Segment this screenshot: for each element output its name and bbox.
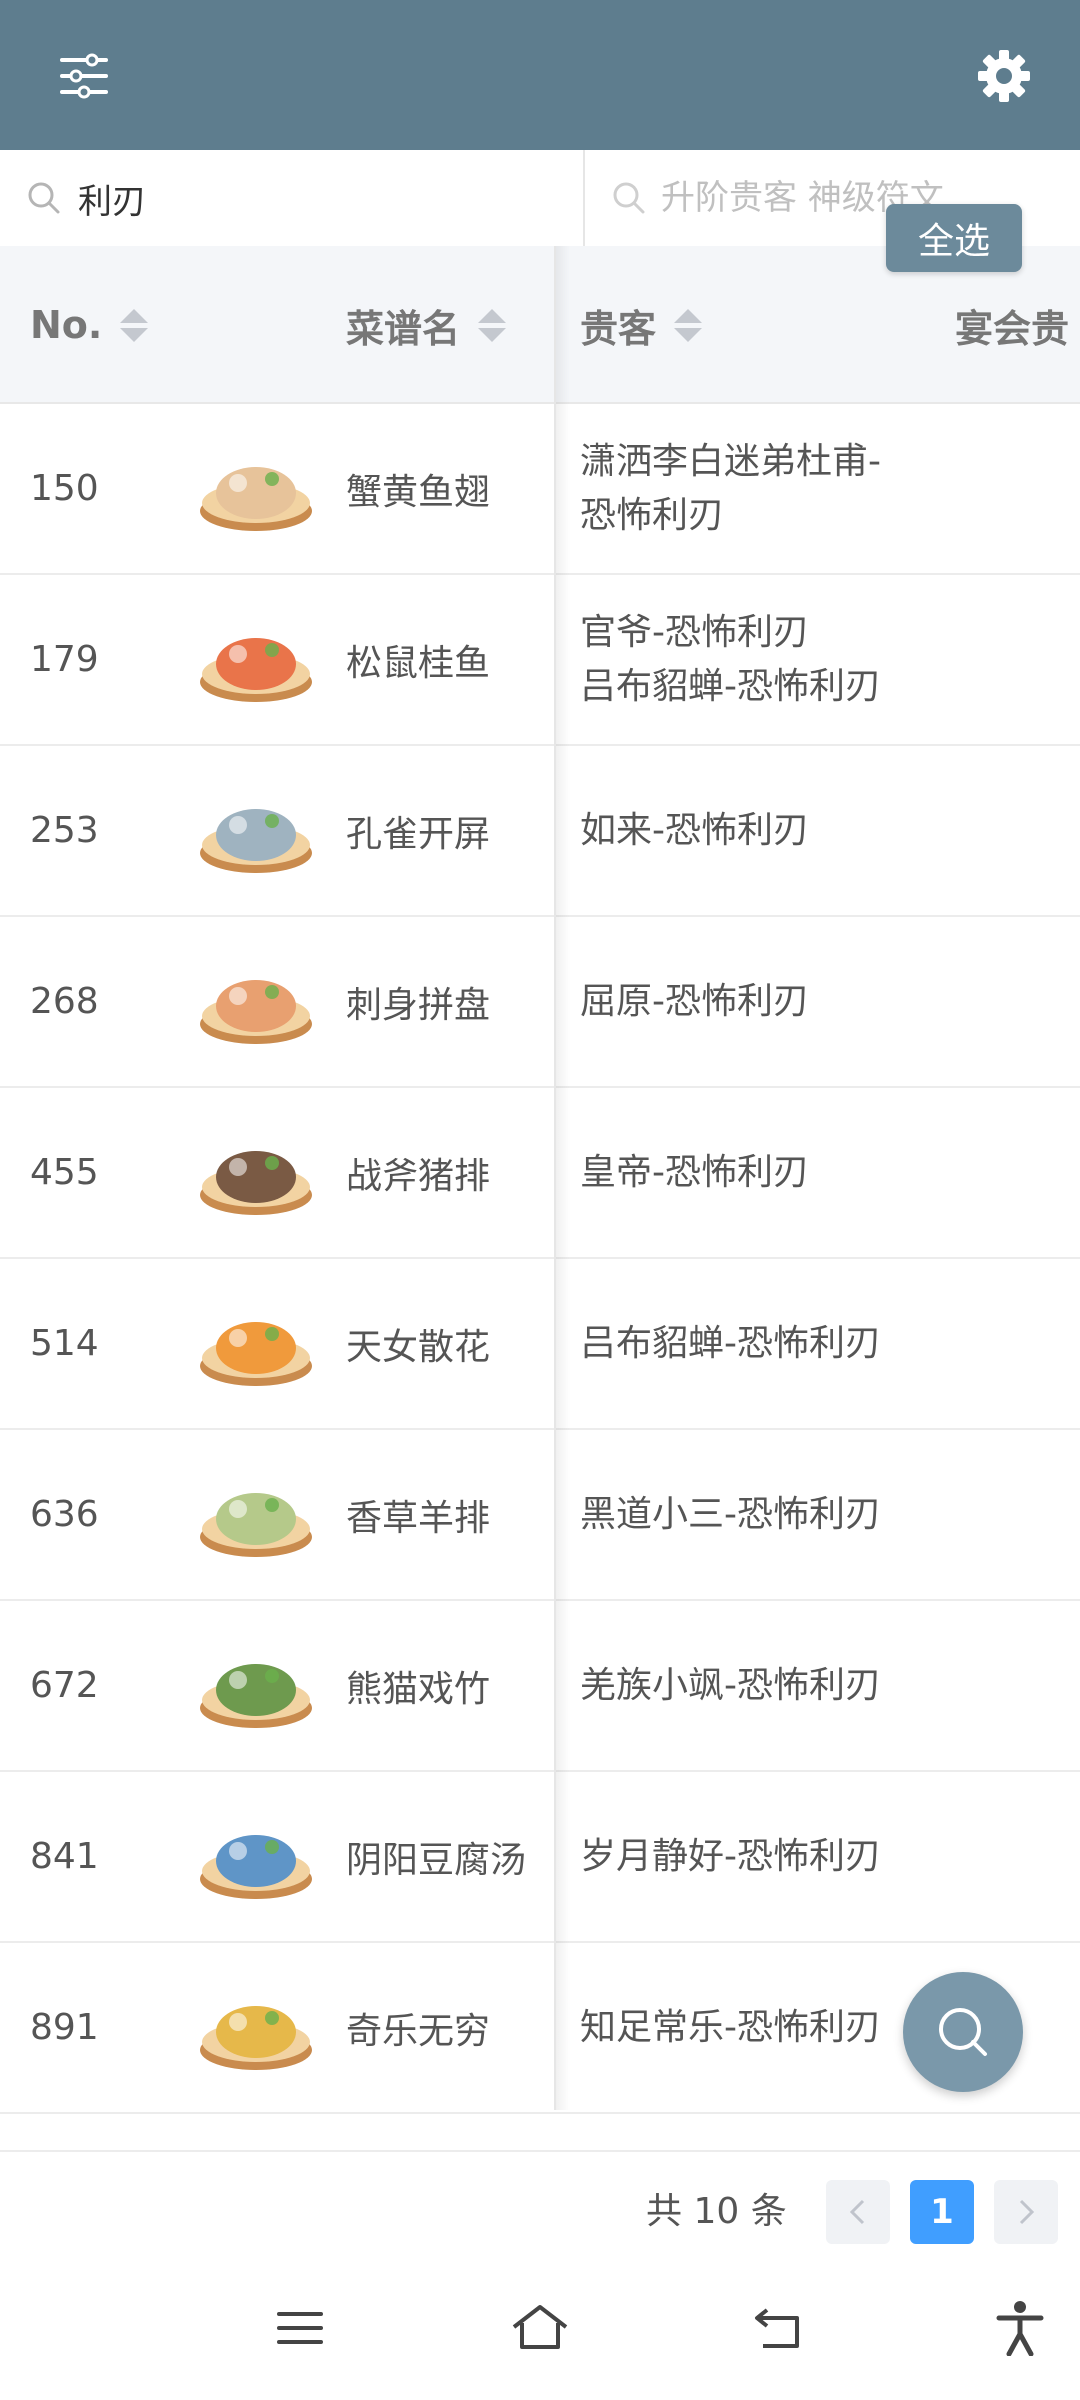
table-row[interactable]: 636 香草羊排 黑道小三-恐怖利刃: [0, 1430, 1080, 1601]
top-app-bar: [0, 0, 1080, 150]
table-row[interactable]: 179 松鼠桂鱼 官爷-恐怖利刃吕布貂蝉-恐怖利刃: [0, 575, 1080, 746]
table-row[interactable]: 455 战斧猪排 皇帝-恐怖利刃: [0, 1088, 1080, 1259]
search-icon: [611, 178, 647, 218]
system-navigation-bar: [0, 2260, 1080, 2400]
accessibility-icon[interactable]: [980, 2288, 1060, 2368]
recipe-name: 松鼠桂鱼: [346, 642, 491, 684]
page-1-button[interactable]: 1: [910, 2180, 974, 2244]
home-icon[interactable]: [500, 2288, 580, 2368]
recipe-search-input[interactable]: [78, 178, 498, 218]
table-row[interactable]: 672 熊猫戏竹 羌族小飒-恐怖利刃: [0, 1601, 1080, 1772]
guest-cell: 吕布貂蝉-恐怖利刃: [580, 1259, 1000, 1428]
column-header-guest[interactable]: 贵客: [580, 246, 703, 404]
recipe-number: 672: [30, 1665, 99, 1706]
filter-sliders-icon[interactable]: [44, 36, 124, 116]
total-count: 共 10 条: [646, 2191, 787, 2232]
table-row[interactable]: 150 蟹黄鱼翅 潇洒李白迷弟杜甫- 恐怖利刃: [0, 404, 1080, 575]
recipe-number: 636: [30, 1494, 99, 1535]
column-header-recipe[interactable]: 菜谱名: [346, 246, 507, 404]
recipe-number: 514: [30, 1323, 99, 1364]
recipe-name: 阴阳豆腐汤: [346, 1839, 527, 1881]
guest-cell: 官爷-恐怖利刃吕布貂蝉-恐怖利刃: [580, 575, 1000, 744]
column-header-recipe-label: 菜谱名: [346, 306, 461, 351]
column-header-no[interactable]: No.: [30, 246, 149, 404]
column-header-no-label: No.: [30, 303, 103, 347]
guest-cell: 羌族小飒-恐怖利刃: [580, 1601, 1000, 1770]
recipe-dish-image: [192, 1978, 320, 2078]
recipe-dish-image: [192, 781, 320, 881]
guest-cell: 岁月静好-恐怖利刃: [580, 1772, 1000, 1941]
recipe-number: 891: [30, 2007, 99, 2048]
fixed-column-shadow: [556, 246, 570, 2110]
table-row[interactable]: 514 天女散花 吕布貂蝉-恐怖利刃: [0, 1259, 1080, 1430]
sort-icon[interactable]: [120, 308, 149, 342]
recipe-name: 香草羊排: [346, 1497, 491, 1539]
floating-search-button[interactable]: [903, 1972, 1023, 2092]
recipe-name: 奇乐无穷: [346, 2010, 491, 2052]
recipe-number: 150: [30, 468, 99, 509]
guest-cell: 屈原-恐怖利刃: [580, 917, 1000, 1086]
menu-icon[interactable]: [260, 2288, 340, 2368]
sort-icon[interactable]: [674, 308, 703, 342]
recipe-search-box: [0, 150, 585, 246]
pagination: 共 10 条 1: [0, 2150, 1080, 2260]
table-row[interactable]: 253 孔雀开屏 如来-恐怖利刃: [0, 746, 1080, 917]
guest-cell: 皇帝-恐怖利刃: [580, 1088, 1000, 1257]
recipe-name: 蟹黄鱼翅: [346, 471, 491, 513]
recipe-name: 天女散花: [346, 1326, 491, 1368]
recipe-dish-image: [192, 439, 320, 539]
guest-cell: 如来-恐怖利刃: [580, 746, 1000, 915]
guest-line: 官爷-恐怖利刃: [580, 611, 809, 653]
recipe-dish-image: [192, 1465, 320, 1565]
recipe-dish-image: [192, 1807, 320, 1907]
recipe-dish-image: [192, 610, 320, 710]
column-header-banquet-label: 宴会贵: [955, 306, 1070, 351]
recipe-name: 孔雀开屏: [346, 813, 491, 855]
recipe-number: 268: [30, 981, 99, 1022]
guest-cell: 潇洒李白迷弟杜甫- 恐怖利刃: [580, 404, 1000, 573]
guest-line: 岁月静好-恐怖利刃: [580, 1835, 881, 1877]
guest-line: 屈原-恐怖利刃: [580, 980, 809, 1022]
table-row[interactable]: 841 阴阳豆腐汤 岁月静好-恐怖利刃: [0, 1772, 1080, 1943]
guest-line: 吕布貂蝉-恐怖利刃: [580, 665, 881, 707]
guest-line: 潇洒李白迷弟杜甫-: [580, 440, 881, 482]
guest-line: 如来-恐怖利刃: [580, 809, 809, 851]
chevron-left-icon: [849, 2199, 865, 2225]
guest-line: 恐怖利刃: [580, 494, 725, 536]
search-icon: [24, 178, 64, 218]
guest-cell: 黑道小三-恐怖利刃: [580, 1430, 1000, 1599]
back-icon[interactable]: [740, 2288, 820, 2368]
select-all-button[interactable]: 全选: [886, 204, 1022, 272]
table-body: 150 蟹黄鱼翅 潇洒李白迷弟杜甫- 恐怖利刃 179 松鼠桂鱼 官爷-恐怖利刃: [0, 404, 1080, 2154]
table-row-partial: [0, 2114, 1080, 2154]
recipe-dish-image: [192, 1123, 320, 1223]
recipe-dish-image: [192, 1636, 320, 1736]
recipe-dish-image: [192, 1294, 320, 1394]
guest-line: 皇帝-恐怖利刃: [580, 1151, 809, 1193]
prev-page-button[interactable]: [826, 2180, 890, 2244]
recipe-number: 841: [30, 1836, 99, 1877]
recipe-name: 熊猫戏竹: [346, 1668, 491, 1710]
recipe-number: 253: [30, 810, 99, 851]
guest-line: 黑道小三-恐怖利刃: [580, 1493, 881, 1535]
gear-icon[interactable]: [964, 36, 1044, 116]
recipe-number: 455: [30, 1152, 99, 1193]
search-icon: [939, 2008, 987, 2056]
recipe-name: 刺身拼盘: [346, 984, 491, 1026]
guest-line: 吕布貂蝉-恐怖利刃: [580, 1322, 881, 1364]
recipe-dish-image: [192, 952, 320, 1052]
column-header-guest-label: 贵客: [580, 306, 657, 351]
chevron-right-icon: [1019, 2199, 1035, 2225]
sort-icon[interactable]: [478, 308, 507, 342]
guest-line: 羌族小飒-恐怖利刃: [580, 1664, 881, 1706]
recipe-number: 179: [30, 639, 99, 680]
table-row[interactable]: 268 刺身拼盘 屈原-恐怖利刃: [0, 917, 1080, 1088]
recipe-name: 战斧猪排: [346, 1155, 491, 1197]
next-page-button[interactable]: [994, 2180, 1058, 2244]
